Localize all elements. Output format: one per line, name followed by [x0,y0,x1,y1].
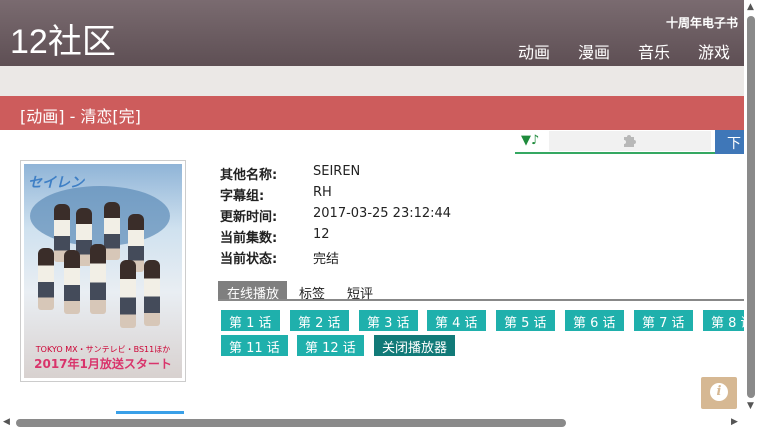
site-header: 12社区 十周年电子书 动画 漫画 音乐 游戏 [0,0,744,66]
episode-button[interactable]: 第 12 话 [297,335,364,356]
scroll-down-icon[interactable]: ▼ [747,402,754,411]
info-row-status: 当前状态: 完结 [220,252,340,267]
nav-item-anime[interactable]: 动画 [518,39,550,63]
info-row-episodes: 当前集数: 12 [220,227,330,246]
tab-online-play[interactable]: 在线播放 [218,281,288,302]
info-icon: i [710,383,728,401]
info-row-updated: 更新时间: 2017-03-25 23:12:44 [220,206,452,225]
episode-button[interactable]: 第 7 话 [634,310,693,331]
download-button[interactable]: 下 [715,130,744,154]
info-button[interactable]: i [701,377,737,409]
content-tabs: 在线播放 标签 短评 [218,281,744,302]
episode-button[interactable]: 第 3 话 [359,310,418,331]
episode-button[interactable]: 第 2 话 [290,310,349,331]
main-nav: 动画 漫画 音乐 游戏 [518,39,730,63]
nav-item-music[interactable]: 音乐 [638,39,670,63]
anime-info: 其他名称: SEIREN 字幕组: RH 更新时间: 2017-03-25 23:12… [220,164,451,269]
horizontal-scroll-thumb[interactable] [16,419,566,427]
info-row-subgroup: 字幕组: RH [220,185,332,204]
plugin-area[interactable] [549,131,711,151]
episode-button[interactable]: 第 11 话 [221,335,288,356]
episode-button[interactable]: 第 5 话 [496,310,555,331]
nav-item-games[interactable]: 游戏 [698,39,730,63]
ebook-link[interactable]: 十周年电子书 [666,14,738,31]
episode-button[interactable]: 第 1 话 [221,310,280,331]
puzzle-icon [621,134,639,153]
anime-poster[interactable]: セイレン TOKYO MX・サンテレビ・BS11ほか 2017年1月放送スタート [20,160,186,382]
page-viewport: 12社区 十周年电子书 动画 漫画 音乐 游戏 [动画] - 清恋[完] ▼♪ … [0,0,744,416]
nav-item-manga[interactable]: 漫画 [578,39,610,63]
vertical-scrollbar[interactable]: ▲ ▼ [744,0,758,416]
info-row-alias: 其他名称: SEIREN [220,164,361,183]
scroll-up-icon[interactable]: ▲ [747,3,754,12]
sub-header-band [0,66,744,96]
episode-button[interactable]: 第 4 话 [427,310,486,331]
music-icon[interactable]: ▼♪ [521,133,539,148]
episode-button[interactable]: 第 8 话 [703,310,744,331]
page-title: [动画] - 清恋[完] [0,96,744,130]
tab-tags[interactable]: 标签 [287,281,335,302]
active-indicator [116,411,184,414]
vertical-scroll-thumb[interactable] [747,16,755,398]
site-logo[interactable]: 12社区 [10,14,116,63]
poster-title: セイレン [28,175,84,191]
episode-button[interactable]: 第 6 话 [565,310,624,331]
player-toolbar: ▼♪ 下 [515,130,744,154]
poster-caption: TOKYO MX・サンテレビ・BS11ほか 2017年1月放送スタート [34,345,172,371]
tab-reviews[interactable]: 短评 [335,281,383,302]
scroll-left-icon[interactable]: ◀ [3,418,10,427]
scroll-right-icon[interactable]: ▶ [731,418,738,427]
horizontal-scrollbar[interactable]: ◀ ▶ [0,416,758,430]
close-player-button[interactable]: 关闭播放器 [374,335,456,356]
